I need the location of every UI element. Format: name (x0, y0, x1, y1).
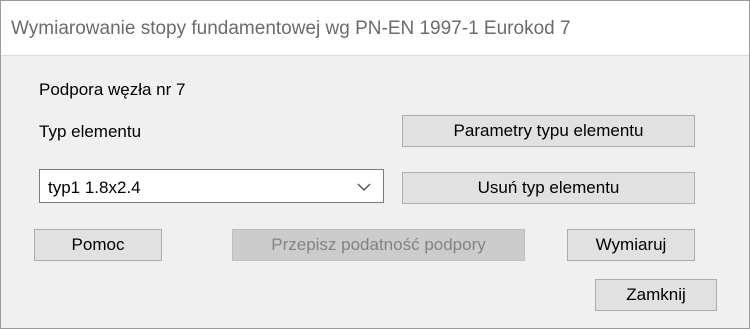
element-type-select[interactable]: typ1 1.8x2.4 (39, 169, 384, 203)
element-type-select-value: typ1 1.8x2.4 (48, 178, 141, 197)
title-bar: Wymiarowanie stopy fundamentowej wg PN-E… (1, 1, 749, 56)
element-type-parameters-button[interactable]: Parametry typu elementu (402, 115, 695, 147)
chevron-down-icon[interactable] (357, 182, 371, 192)
dialog-body: Podpora węzła nr 7 Typ elementu Parametr… (1, 56, 749, 328)
dialog-window: Wymiarowanie stopy fundamentowej wg PN-E… (0, 0, 750, 329)
support-node-label: Podpora węzła nr 7 (39, 80, 186, 99)
rewrite-support-compliance-button[interactable]: Przepisz podatność podpory (232, 229, 525, 261)
remove-element-type-button[interactable]: Usuń typ elementu (402, 172, 695, 204)
help-button[interactable]: Pomoc (34, 229, 162, 261)
design-button[interactable]: Wymiaruj (567, 229, 695, 261)
window-title: Wymiarowanie stopy fundamentowej wg PN-E… (11, 18, 571, 39)
close-button[interactable]: Zamknij (595, 279, 717, 311)
element-type-label: Typ elementu (39, 122, 142, 141)
